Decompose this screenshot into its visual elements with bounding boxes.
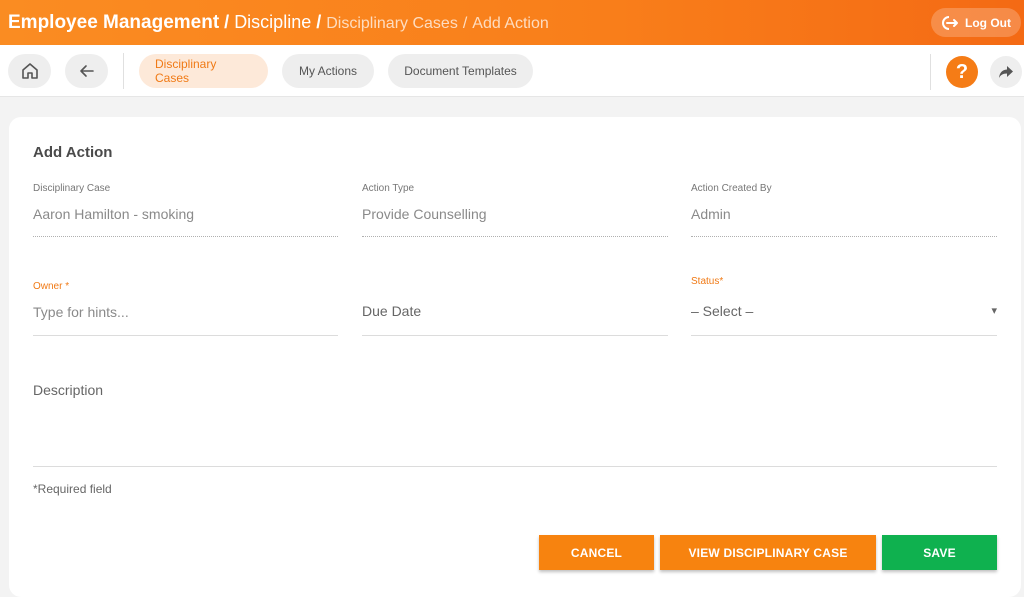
action-type-label: Action Type xyxy=(362,183,415,194)
disciplinary-case-label: Disciplinary Case xyxy=(33,183,111,194)
toolbar: Disciplinary Cases My Actions Document T… xyxy=(0,45,1024,97)
view-disciplinary-case-button[interactable]: VIEW DISCIPLINARY CASE xyxy=(660,535,876,570)
breadcrumb-disciplinary-cases[interactable]: Disciplinary Cases xyxy=(326,15,458,33)
breadcrumb: Employee Management / Discipline / Disci… xyxy=(8,12,549,34)
owner-input-placeholder[interactable]: Type for hints... xyxy=(33,304,129,320)
disciplinary-case-value: Aaron Hamilton - smoking xyxy=(33,206,195,222)
share-icon xyxy=(999,66,1013,78)
status-selected-value: – Select – xyxy=(691,303,754,319)
help-icon: ? xyxy=(955,60,969,83)
owner-field[interactable]: Owner * Type for hints... xyxy=(33,275,338,336)
action-created-by-value: Admin xyxy=(691,206,731,222)
logout-icon xyxy=(942,15,958,30)
status-label: Status* xyxy=(691,276,724,287)
save-button[interactable]: SAVE xyxy=(882,535,997,570)
form-title: Add Action xyxy=(33,144,113,161)
breadcrumb-separator: / xyxy=(316,11,322,32)
action-created-by-label: Action Created By xyxy=(691,183,772,194)
toolbar-divider xyxy=(930,54,931,90)
action-type-value: Provide Counselling xyxy=(362,206,487,222)
logout-label: Log Out xyxy=(965,15,1011,30)
action-type-field: Action Type Provide Counselling xyxy=(362,179,668,237)
app-header: Employee Management / Discipline / Disci… xyxy=(0,0,1024,45)
toolbar-divider xyxy=(123,52,124,89)
status-select[interactable]: Status* – Select – ▾ xyxy=(691,275,997,336)
tab-my-actions[interactable]: My Actions xyxy=(282,53,374,88)
back-button[interactable] xyxy=(65,53,108,88)
due-date-placeholder[interactable]: Due Date xyxy=(362,303,421,319)
share-button[interactable] xyxy=(990,56,1022,88)
tab-disciplinary-cases[interactable]: Disciplinary Cases xyxy=(139,53,268,88)
action-created-by-field: Action Created By Admin xyxy=(691,179,997,237)
description-field[interactable]: Description xyxy=(33,375,997,467)
breadcrumb-employee-management[interactable]: Employee Management xyxy=(8,12,219,34)
disciplinary-case-field: Disciplinary Case Aaron Hamilton - smoki… xyxy=(33,179,338,237)
description-placeholder[interactable]: Description xyxy=(33,382,103,398)
logout-button[interactable]: Log Out xyxy=(931,8,1021,37)
home-button[interactable] xyxy=(8,53,51,88)
breadcrumb-separator: / xyxy=(224,11,230,32)
breadcrumb-separator: / xyxy=(462,14,468,32)
toolbar-right: ? xyxy=(930,54,1022,90)
breadcrumb-discipline[interactable]: Discipline xyxy=(234,12,311,33)
required-field-note: *Required field xyxy=(33,482,112,496)
arrow-left-icon xyxy=(79,64,94,77)
due-date-field[interactable]: Due Date xyxy=(362,275,668,336)
owner-label: Owner * xyxy=(33,281,70,292)
tab-document-templates[interactable]: Document Templates xyxy=(388,53,533,88)
cancel-button[interactable]: CANCEL xyxy=(539,535,654,570)
breadcrumb-add-action: Add Action xyxy=(472,14,549,32)
help-button[interactable]: ? xyxy=(946,56,978,88)
chevron-down-icon: ▾ xyxy=(991,305,997,317)
add-action-card: Add Action Disciplinary Case Aaron Hamil… xyxy=(9,117,1021,597)
home-icon xyxy=(21,62,38,79)
